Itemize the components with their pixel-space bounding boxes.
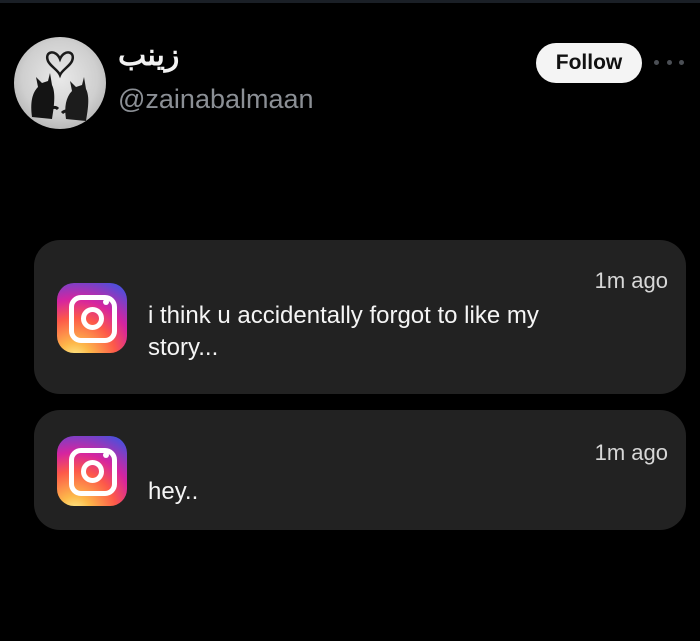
instagram-icon	[57, 283, 127, 353]
notification-timestamp: 1m ago	[594, 440, 668, 465]
top-divider	[0, 0, 700, 3]
notification-card[interactable]: 1m ago hey..	[34, 410, 686, 530]
more-dot	[679, 59, 684, 65]
post-screen: زينب @zainabalmaan Follow 1m ago i think…	[0, 0, 700, 641]
instagram-icon-dot	[103, 299, 109, 305]
more-dot	[666, 59, 672, 65]
instagram-icon-dot	[103, 452, 109, 458]
display-name[interactable]: زينب	[118, 38, 179, 74]
cats-avatar-icon	[31, 51, 89, 121]
follow-button[interactable]: Follow	[536, 43, 642, 83]
more-dot	[654, 59, 659, 65]
notification-message: hey..	[148, 478, 199, 505]
notification-timestamp: 1m ago	[594, 268, 668, 293]
user-handle[interactable]: @zainabalmaan	[118, 82, 314, 116]
instagram-icon	[57, 436, 127, 506]
more-dots-icon[interactable]	[654, 56, 684, 68]
notification-message: i think u accidentally forgot to like my…	[148, 302, 539, 361]
instagram-icon-lens	[81, 460, 104, 483]
avatar[interactable]	[14, 37, 106, 129]
instagram-icon-lens	[81, 307, 104, 330]
notification-card[interactable]: 1m ago i think u accidentally forgot to …	[34, 240, 686, 394]
